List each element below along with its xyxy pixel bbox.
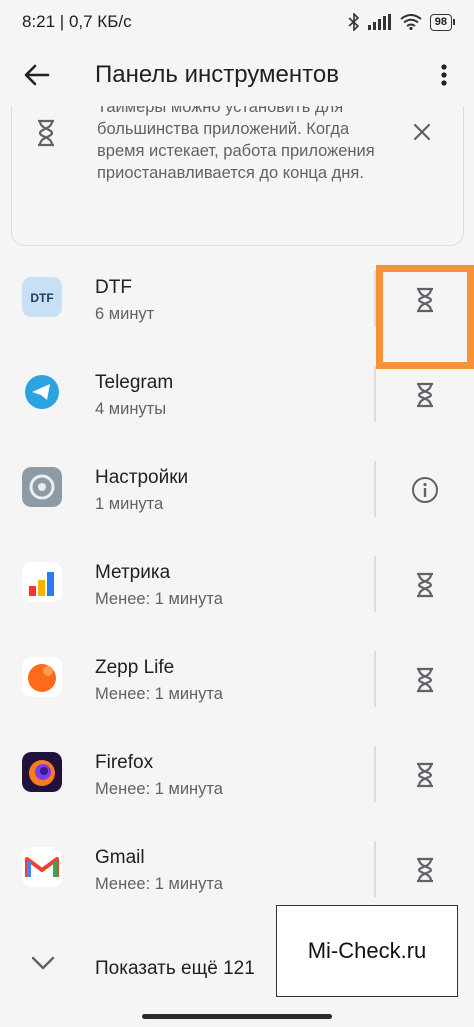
hourglass-icon — [417, 382, 433, 408]
close-icon — [413, 123, 431, 141]
app-info-button[interactable] — [400, 470, 450, 510]
list-item[interactable]: Firefox Менее: 1 минута — [0, 725, 474, 820]
gesture-nav-bar[interactable] — [142, 1014, 332, 1019]
back-button[interactable] — [0, 44, 74, 106]
metrika-logo — [22, 562, 62, 602]
app-usage: Менее: 1 минута — [95, 685, 223, 703]
divider — [374, 841, 376, 897]
telegram-logo — [22, 372, 62, 412]
app-usage: 4 минуты — [95, 400, 167, 418]
set-timer-button[interactable] — [400, 565, 450, 605]
info-icon — [412, 477, 438, 503]
app-usage: Менее: 1 минута — [95, 780, 223, 798]
app-usage: Менее: 1 минута — [95, 590, 223, 608]
set-timer-button[interactable] — [400, 660, 450, 700]
hourglass-icon — [417, 857, 433, 883]
list-item[interactable]: Zepp Life Менее: 1 минута — [0, 630, 474, 725]
set-timer-button[interactable] — [400, 375, 450, 415]
firefox-logo — [22, 752, 62, 792]
settings-logo — [22, 467, 62, 507]
status-time: 8:21 | 0,7 КБ/с — [22, 12, 132, 31]
timer-info-text: Таймеры можно установить для большинства… — [97, 98, 375, 182]
wifi-icon — [400, 14, 422, 30]
page-title: Панель инструментов — [95, 61, 339, 88]
app-usage: 6 минут — [95, 305, 155, 323]
app-name: Gmail — [95, 847, 145, 868]
dismiss-card-button[interactable] — [407, 117, 437, 147]
gmail-logo — [22, 847, 62, 887]
list-item[interactable]: Настройки 1 минута — [0, 440, 474, 535]
hourglass-icon — [38, 119, 54, 147]
chevron-down-icon — [31, 956, 55, 970]
divider — [374, 271, 376, 327]
status-icons: 98 — [348, 13, 456, 31]
dtf-logo: DTF — [22, 277, 62, 317]
hourglass-icon — [417, 667, 433, 693]
hourglass-icon — [417, 287, 433, 313]
zepp-logo — [22, 657, 62, 697]
more-vert-icon — [441, 64, 447, 86]
app-bar: Панель инструментов — [0, 44, 474, 106]
app-name: Firefox — [95, 752, 154, 773]
status-bar: 8:21 | 0,7 КБ/с 98 — [0, 0, 474, 44]
more-options-button[interactable] — [414, 44, 474, 106]
bluetooth-icon — [348, 13, 359, 31]
app-name: DTF — [95, 277, 132, 298]
set-timer-button[interactable] — [400, 850, 450, 890]
signal-icon — [367, 14, 391, 30]
battery-indicator: 98 — [429, 13, 456, 31]
list-item[interactable]: Telegram 4 минуты — [0, 345, 474, 440]
divider — [374, 556, 376, 612]
list-item[interactable]: DTF DTF 6 минут — [0, 250, 474, 345]
watermark-bubble: Mi-Check.ru — [276, 905, 458, 997]
set-timer-button[interactable] — [400, 755, 450, 795]
app-usage: Менее: 1 минута — [95, 875, 223, 893]
app-usage-list: DTF DTF 6 минут Telegram 4 минуты Настро… — [0, 250, 474, 915]
watermark-text: Mi-Check.ru — [307, 938, 427, 963]
set-timer-button[interactable] — [400, 280, 450, 320]
arrow-back-icon — [24, 64, 50, 86]
app-name: Zepp Life — [95, 657, 175, 678]
list-item[interactable]: Gmail Менее: 1 минута — [0, 820, 474, 915]
app-name: Метрика — [95, 562, 171, 583]
show-more-label: Показать ещё 121 — [95, 958, 255, 979]
timer-info-card: Таймеры можно установить для большинства… — [11, 90, 464, 246]
divider — [374, 366, 376, 422]
svg-text:DTF: DTF — [30, 291, 53, 305]
app-name: Настройки — [95, 467, 189, 488]
app-usage: 1 минута — [95, 495, 164, 513]
divider — [374, 746, 376, 802]
hourglass-icon — [417, 572, 433, 598]
hourglass-icon — [417, 762, 433, 788]
divider — [374, 651, 376, 707]
list-item[interactable]: Метрика Менее: 1 минута — [0, 535, 474, 630]
divider — [374, 461, 376, 517]
app-name: Telegram — [95, 372, 174, 393]
